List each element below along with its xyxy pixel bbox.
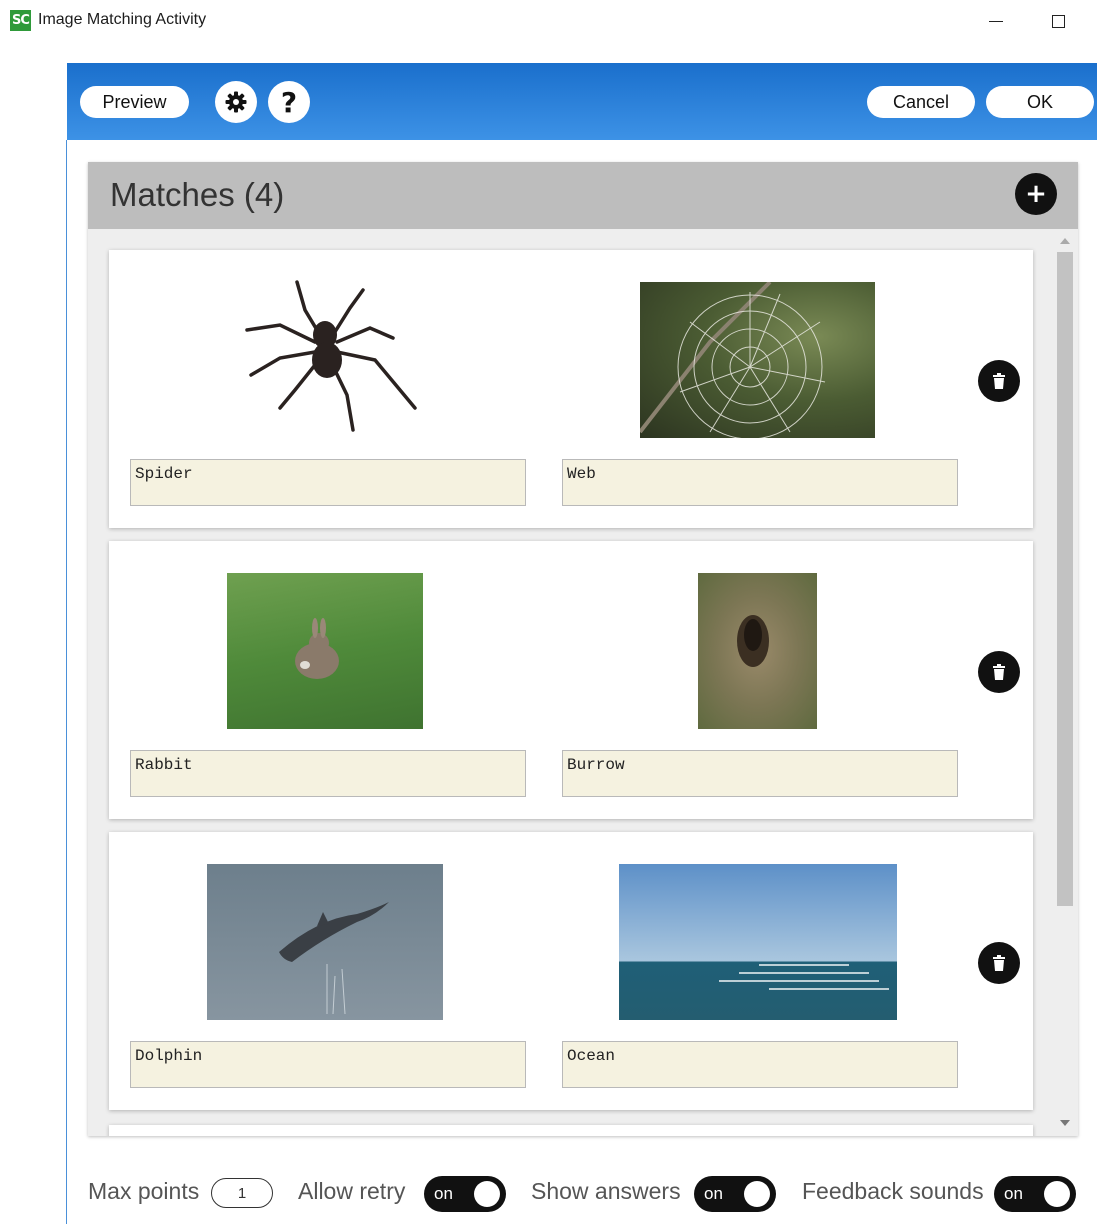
toolbar: Preview ? Cancel OK <box>67 63 1097 140</box>
allow-retry-state: on <box>434 1184 453 1203</box>
gear-icon <box>225 91 247 113</box>
ocean-image[interactable] <box>619 864 897 1020</box>
dolphin-image[interactable] <box>207 864 443 1020</box>
right-label-input[interactable]: Burrow <box>562 750 958 797</box>
max-points-label: Max points <box>88 1178 200 1204</box>
toggle-knob <box>744 1181 770 1207</box>
allow-retry-label: Allow retry <box>298 1178 406 1204</box>
show-answers-label: Show answers <box>531 1178 681 1204</box>
plus-icon: + <box>1025 179 1047 209</box>
dialog-left-border <box>66 140 67 1224</box>
minimize-icon <box>989 20 1003 22</box>
max-points-input[interactable]: 1 <box>211 1178 273 1208</box>
scroll-up-arrow-icon[interactable] <box>1060 238 1070 244</box>
rabbit-image[interactable] <box>227 573 423 729</box>
scroll-down-arrow-icon[interactable] <box>1060 1120 1070 1126</box>
rabbit-picture <box>295 618 339 679</box>
ok-button[interactable]: OK <box>986 86 1094 118</box>
match-card-partial <box>109 1125 1033 1136</box>
match-card: Spider Web <box>109 250 1033 528</box>
delete-match-button[interactable] <box>978 942 1020 984</box>
help-icon: ? <box>280 85 298 119</box>
spider-picture <box>245 280 417 432</box>
vertical-scrollbar[interactable] <box>1056 234 1073 1132</box>
help-button[interactable]: ? <box>268 81 310 123</box>
add-match-button[interactable]: + <box>1015 173 1057 215</box>
right-label-input[interactable]: Web <box>562 459 958 506</box>
scrollbar-thumb[interactable] <box>1057 252 1073 906</box>
maximize-icon <box>1051 14 1065 28</box>
web-image[interactable] <box>640 282 875 438</box>
window-titlebar: SC Image Matching Activity <box>0 0 1097 42</box>
matches-title: Matches (4) <box>110 176 285 213</box>
match-card: Dolphin Ocean <box>109 832 1033 1110</box>
feedback-sounds-label: Feedback sounds <box>802 1178 984 1204</box>
left-label-input[interactable]: Spider <box>130 459 526 506</box>
allow-retry-toggle[interactable]: on <box>424 1176 506 1212</box>
window-title: Image Matching Activity <box>38 11 207 28</box>
left-label-input[interactable]: Rabbit <box>130 750 526 797</box>
trash-icon <box>993 373 1005 389</box>
matches-header: Matches (4) + <box>88 162 1078 229</box>
preview-button[interactable]: Preview <box>80 86 189 118</box>
spider-web-picture <box>640 282 826 438</box>
feedback-sounds-state: on <box>1004 1184 1023 1203</box>
trash-icon <box>993 955 1005 971</box>
matches-panel: Matches (4) + Spider Web Rabbit Burrow D… <box>88 162 1078 1136</box>
spider-image[interactable] <box>225 280 425 440</box>
dolphin-picture <box>279 902 389 1015</box>
cancel-button[interactable]: Cancel <box>867 86 975 118</box>
match-card: Rabbit Burrow <box>109 541 1033 819</box>
right-label-input[interactable]: Ocean <box>562 1041 958 1088</box>
left-label-input[interactable]: Dolphin <box>130 1041 526 1088</box>
toggle-knob <box>1044 1181 1070 1207</box>
delete-match-button[interactable] <box>978 360 1020 402</box>
minimize-button[interactable] <box>981 6 1011 36</box>
app-logo-icon: SC <box>10 10 31 31</box>
maximize-button[interactable] <box>1043 6 1073 36</box>
toggle-knob <box>474 1181 500 1207</box>
trash-icon <box>993 664 1005 680</box>
ocean-picture <box>719 964 889 990</box>
show-answers-toggle[interactable]: on <box>694 1176 776 1212</box>
settings-button[interactable] <box>215 81 257 123</box>
activity-settings-bar: Max points 1 Allow retry on Show answers… <box>88 1170 1088 1218</box>
show-answers-state: on <box>704 1184 723 1203</box>
burrow-image[interactable] <box>698 573 817 729</box>
delete-match-button[interactable] <box>978 651 1020 693</box>
burrow-picture <box>737 615 769 667</box>
feedback-sounds-toggle[interactable]: on <box>994 1176 1076 1212</box>
